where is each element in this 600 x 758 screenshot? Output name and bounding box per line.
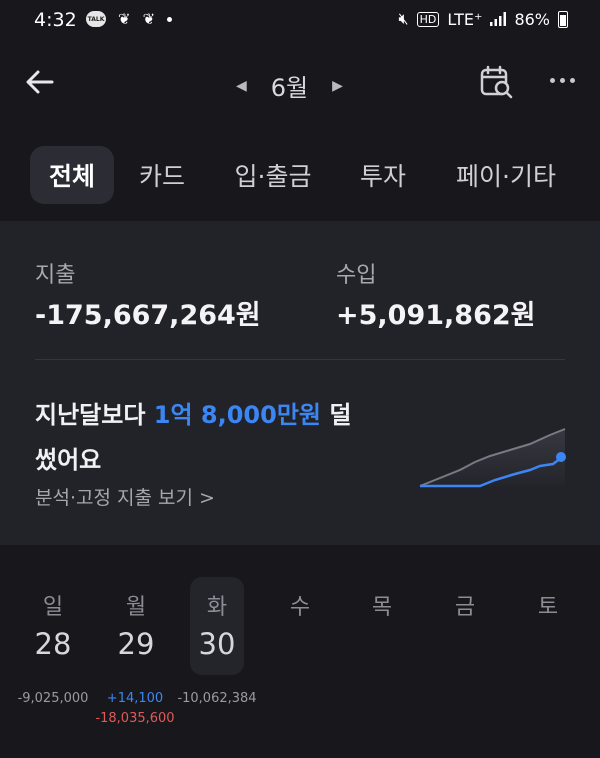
- day-29-expense: -18,035,600: [95, 711, 175, 726]
- calendar-week: 일 월 화 수 목 금 토 28 29 30 -9,025,000 +14,10…: [0, 545, 600, 758]
- summary-card: 지출 -175,667,264원 수입 +5,091,862원 지난달보다 1억…: [0, 221, 600, 545]
- day-28-expense: -9,025,000: [17, 691, 89, 706]
- calendar-search-icon: [480, 65, 513, 99]
- spending-trend-chart: [419, 428, 566, 488]
- compare-amount: 1억 8,000만원: [153, 401, 321, 429]
- battery-percent: 86%: [514, 9, 550, 29]
- day-30-expense: -10,062,384: [177, 691, 257, 706]
- weekday-mon: 월: [125, 595, 147, 620]
- expense-label: 지출: [35, 263, 76, 288]
- weekday-tue: 화: [206, 595, 228, 620]
- analysis-link[interactable]: 분석·고정 지출 보기 >: [35, 483, 215, 510]
- weekday-fri: 금: [454, 595, 476, 620]
- more-notifications-dot: [167, 16, 173, 22]
- month-label: 6월: [270, 74, 309, 102]
- compare-suffix-line2: 썼어요: [35, 446, 102, 474]
- more-options-button[interactable]: [550, 78, 575, 83]
- weekday-thu: 목: [371, 595, 393, 620]
- system-icons: 🔇︎ HD LTE⁺ 86%: [399, 9, 568, 29]
- weekday-sun: 일: [42, 595, 64, 620]
- month-selector: ◀ 6월 ▶: [236, 68, 343, 103]
- tab-investment[interactable]: 투자: [345, 146, 421, 204]
- app-notification-icon: ❦: [118, 10, 131, 28]
- notification-icons: TALK ❦ ❦: [86, 10, 173, 28]
- more-dot: [550, 78, 555, 83]
- compare-suffix: 덜: [320, 401, 352, 429]
- calendar-search-button[interactable]: [478, 64, 514, 100]
- top-navigation: ◀ 6월 ▶: [0, 50, 600, 114]
- status-time: 4:32: [34, 9, 77, 31]
- month-comparison: 지난달보다 1억 8,000만원 덜 썼어요: [35, 393, 351, 483]
- day-29-income: +14,100: [106, 691, 164, 706]
- hd-voice-icon: HD: [416, 11, 440, 27]
- compare-prefix: 지난달보다: [35, 401, 154, 429]
- tab-pay-etc[interactable]: 페이·기타: [440, 146, 572, 204]
- day-29[interactable]: 29: [106, 627, 166, 661]
- more-dot: [570, 78, 575, 83]
- prev-month-button[interactable]: ◀: [236, 78, 247, 94]
- kakaotalk-icon: TALK: [86, 11, 106, 27]
- day-30-today[interactable]: 30: [187, 627, 247, 661]
- back-button[interactable]: [22, 64, 62, 100]
- current-point: [556, 452, 566, 462]
- day-28[interactable]: 28: [23, 627, 83, 661]
- signal-icon: [490, 12, 507, 26]
- mute-icon: 🔇︎: [398, 9, 409, 28]
- tab-card[interactable]: 카드: [124, 146, 200, 204]
- more-dot: [560, 78, 565, 83]
- income-value[interactable]: +5,091,862원: [336, 293, 535, 332]
- tab-all[interactable]: 전체: [30, 146, 114, 204]
- app-notification-icon-2: ❦: [142, 10, 156, 28]
- weekday-wed: 수: [289, 595, 311, 620]
- expense-value[interactable]: -175,667,264원: [35, 293, 261, 332]
- battery-icon: [558, 10, 568, 28]
- weekday-sat: 토: [537, 595, 559, 620]
- tab-deposit-withdrawal[interactable]: 입·출금: [218, 146, 328, 204]
- category-tabs: 전체 카드 입·출금 투자 페이·기타: [0, 146, 600, 204]
- divider: [35, 359, 565, 360]
- network-type: LTE⁺: [447, 9, 483, 29]
- next-month-button[interactable]: ▶: [332, 78, 343, 94]
- arrow-left-icon: [26, 70, 54, 94]
- status-bar: 4:32 TALK ❦ ❦ 🔇︎ HD LTE⁺ 86%: [0, 0, 600, 40]
- income-label: 수입: [336, 263, 377, 288]
